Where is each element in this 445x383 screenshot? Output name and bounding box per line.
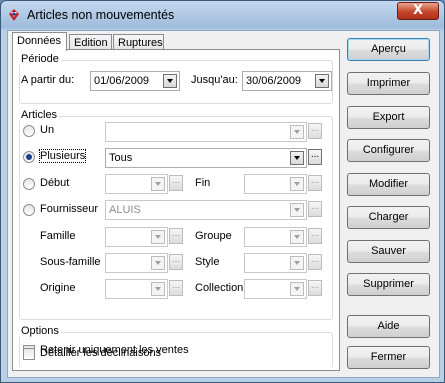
collection-label: Collection bbox=[195, 282, 244, 294]
articles-group-label: Articles bbox=[19, 109, 60, 121]
un-radio[interactable] bbox=[23, 125, 35, 137]
sous-famille-browse-button[interactable]: ... bbox=[169, 254, 183, 270]
detailler-label: Détailler les déclinaisons bbox=[40, 347, 162, 359]
export-button[interactable]: Export bbox=[347, 106, 430, 129]
window-title: Articles non mouvementés bbox=[27, 8, 175, 22]
apercu-button[interactable]: Aperçu bbox=[347, 38, 430, 61]
famille-dropdown-icon[interactable] bbox=[151, 230, 165, 244]
charger-button[interactable]: Charger bbox=[347, 206, 430, 229]
style-dropdown-icon[interactable] bbox=[290, 256, 304, 270]
fin-combo[interactable] bbox=[244, 174, 307, 194]
un-label: Un bbox=[40, 124, 55, 136]
fournisseur-browse-button[interactable]: ... bbox=[308, 201, 322, 217]
fournisseur-combo[interactable]: ALUIS bbox=[105, 200, 307, 220]
famille-browse-button[interactable]: ... bbox=[169, 228, 183, 244]
famille-label: Famille bbox=[40, 230, 76, 242]
tab-label: Edition bbox=[74, 37, 108, 49]
fournisseur-label: Fournisseur bbox=[40, 203, 99, 215]
sous-famille-dropdown-icon[interactable] bbox=[151, 256, 165, 270]
sous-famille-label: Sous-famille bbox=[40, 256, 101, 268]
fin-label: Fin bbox=[195, 177, 211, 189]
app-icon bbox=[9, 9, 19, 21]
tab-label: Ruptures bbox=[118, 37, 163, 49]
groupe-dropdown-icon[interactable] bbox=[290, 230, 304, 244]
debut-radio[interactable] bbox=[23, 178, 35, 190]
tab-panel-donnees: Période A partir du: 01/06/2009 Jusqu'au… bbox=[12, 49, 340, 371]
groupe-browse-button[interactable]: ... bbox=[308, 228, 322, 244]
tab-label: Données bbox=[17, 35, 62, 47]
close-icon: X bbox=[412, 3, 424, 18]
origine-browse-button[interactable]: ... bbox=[169, 280, 183, 296]
dialog-client-area: Données Edition Ruptures Période A parti… bbox=[7, 30, 440, 378]
title-bar[interactable]: Articles non mouvementés X bbox=[1, 1, 444, 29]
style-combo[interactable] bbox=[244, 253, 307, 273]
detailler-checkbox[interactable] bbox=[23, 348, 35, 360]
origine-dropdown-icon[interactable] bbox=[151, 282, 165, 296]
close-button[interactable]: X bbox=[397, 2, 439, 20]
fin-dropdown-icon[interactable] bbox=[290, 177, 304, 191]
from-date-dropdown-icon[interactable] bbox=[163, 74, 177, 88]
fin-browse-button[interactable]: ... bbox=[308, 175, 322, 191]
debut-label: Début bbox=[40, 177, 70, 189]
plusieurs-label: Plusieurs bbox=[38, 149, 87, 163]
un-browse-button[interactable]: ... bbox=[308, 123, 322, 139]
groupe-combo[interactable] bbox=[244, 227, 307, 247]
plusieurs-dropdown-icon[interactable] bbox=[290, 151, 304, 165]
tab-donnees[interactable]: Données bbox=[12, 32, 67, 51]
un-dropdown-icon[interactable] bbox=[290, 125, 304, 139]
origine-combo[interactable] bbox=[105, 279, 168, 299]
collection-browse-button[interactable]: ... bbox=[308, 280, 322, 296]
fournisseur-radio[interactable] bbox=[23, 204, 35, 216]
plusieurs-combo[interactable]: Tous bbox=[105, 148, 307, 168]
plusieurs-value: Tous bbox=[109, 152, 133, 164]
debut-combo[interactable] bbox=[105, 174, 168, 194]
origine-label: Origine bbox=[40, 282, 76, 294]
debut-dropdown-icon[interactable] bbox=[151, 177, 165, 191]
sous-famille-combo[interactable] bbox=[105, 253, 168, 273]
style-label: Style bbox=[195, 256, 220, 268]
debut-browse-button[interactable]: ... bbox=[169, 175, 183, 191]
configurer-button[interactable]: Configurer bbox=[347, 139, 430, 162]
aide-button[interactable]: Aide bbox=[347, 315, 430, 338]
fournisseur-value: ALUIS bbox=[109, 204, 141, 216]
un-combo[interactable] bbox=[105, 122, 307, 142]
style-browse-button[interactable]: ... bbox=[308, 254, 322, 270]
plusieurs-browse-button[interactable]: ... bbox=[308, 149, 322, 165]
from-date-value: 01/06/2009 bbox=[94, 75, 150, 87]
options-group-label: Options bbox=[19, 325, 61, 337]
fournisseur-dropdown-icon[interactable] bbox=[290, 203, 304, 217]
supprimer-button[interactable]: Supprimer bbox=[347, 273, 430, 296]
to-date-dropdown-icon[interactable] bbox=[315, 74, 329, 88]
to-date-field[interactable]: 30/06/2009 bbox=[242, 71, 332, 91]
groupe-label: Groupe bbox=[195, 230, 232, 242]
sauver-button[interactable]: Sauver bbox=[347, 240, 430, 263]
modifier-button[interactable]: Modifier bbox=[347, 173, 430, 196]
fermer-button[interactable]: Fermer bbox=[347, 346, 430, 369]
to-date-label: Jusqu'au: bbox=[191, 74, 238, 86]
famille-combo[interactable] bbox=[105, 227, 168, 247]
dialog-window: Articles non mouvementés X Données Editi… bbox=[0, 0, 445, 383]
plusieurs-radio[interactable] bbox=[23, 151, 35, 163]
imprimer-button[interactable]: Imprimer bbox=[347, 72, 430, 95]
collection-combo[interactable] bbox=[244, 279, 307, 299]
periode-group-label: Période bbox=[19, 53, 61, 65]
to-date-value: 30/06/2009 bbox=[246, 75, 302, 87]
from-date-field[interactable]: 01/06/2009 bbox=[90, 71, 180, 91]
collection-dropdown-icon[interactable] bbox=[290, 282, 304, 296]
from-date-label: A partir du: bbox=[21, 74, 75, 86]
